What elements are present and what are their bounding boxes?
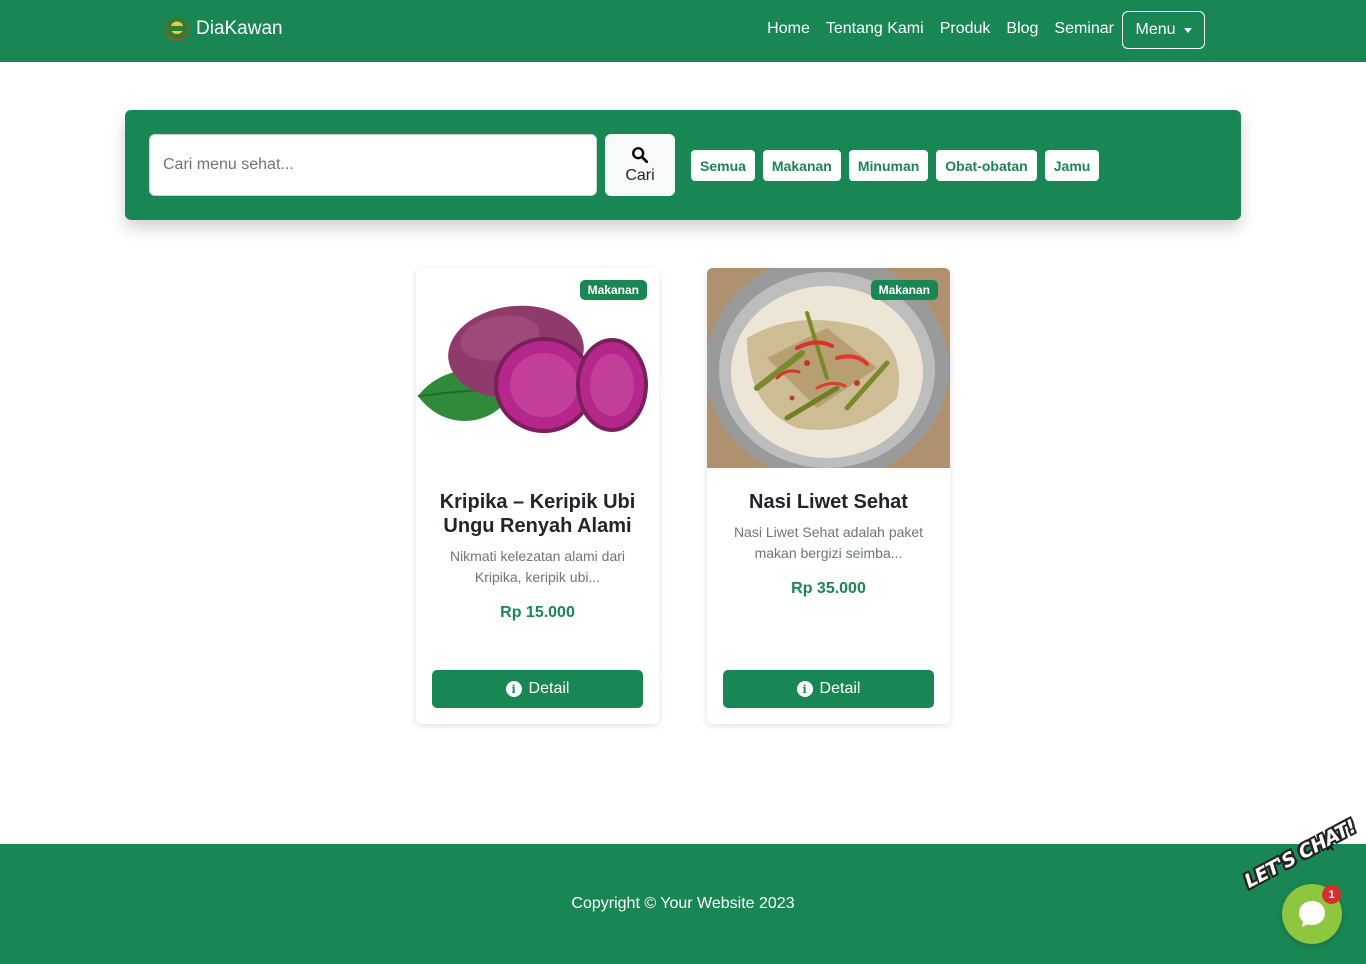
filter-semua[interactable]: Semua bbox=[691, 150, 755, 181]
nav-link-tentang-kami[interactable]: Tentang Kami bbox=[826, 20, 924, 38]
detail-button-label: Detail bbox=[819, 680, 861, 697]
search-panel: Cari Semua Makanan Minuman Obat-obatan J… bbox=[125, 110, 1241, 220]
menu-label: Menu bbox=[1135, 21, 1176, 38]
navbar: DiaKawan Home Tentang Kami Produk Blog S… bbox=[0, 0, 1366, 62]
brand-logo-icon bbox=[165, 17, 189, 41]
nav-link-produk[interactable]: Produk bbox=[940, 20, 991, 38]
category-badge: Makanan bbox=[870, 280, 938, 300]
product-price: Rp 35.000 bbox=[791, 580, 866, 597]
unread-count-badge: 1 bbox=[1322, 885, 1341, 904]
info-icon: i bbox=[796, 681, 813, 697]
filter-minuman[interactable]: Minuman bbox=[848, 150, 929, 181]
product-card: Makanan Kripika – Keripik Ubi Ungu Renya… bbox=[416, 268, 659, 724]
brand-name: DiaKawan bbox=[196, 18, 283, 39]
category-filters: Semua Makanan Minuman Obat-obatan Jamu bbox=[691, 150, 1107, 181]
nav-link-blog[interactable]: Blog bbox=[1006, 20, 1038, 38]
caret-down-icon bbox=[1183, 27, 1192, 33]
product-title: Kripika – Keripik Ubi Ungu Renyah Alami bbox=[439, 491, 636, 537]
product-description: Nikmati kelezatan alami dari Kripika, ke… bbox=[449, 548, 626, 585]
product-description: Nasi Liwet Sehat adalah paket makan berg… bbox=[733, 524, 924, 561]
search-icon bbox=[632, 146, 649, 163]
copyright-text: Copyright © Your Website 2023 bbox=[571, 895, 795, 912]
brand-link[interactable]: DiaKawan bbox=[165, 17, 283, 41]
card-body: Kripika – Keripik Ubi Ungu Renyah Alami … bbox=[416, 490, 659, 622]
detail-button[interactable]: i Detail bbox=[432, 670, 643, 708]
detail-button-label: Detail bbox=[528, 680, 570, 697]
menu-dropdown-button[interactable]: Menu bbox=[1122, 11, 1205, 49]
filter-obat-obatan[interactable]: Obat-obatan bbox=[936, 150, 1037, 181]
footer: Copyright © Your Website 2023 bbox=[0, 844, 1366, 964]
category-badge: Makanan bbox=[579, 280, 647, 300]
search-button[interactable]: Cari bbox=[605, 134, 675, 196]
product-image: Makanan bbox=[707, 268, 950, 468]
product-title: Nasi Liwet Sehat bbox=[749, 491, 908, 513]
product-card: Makanan Nasi Liwet Sehat Nasi Liwet Seha… bbox=[707, 268, 950, 724]
filter-makanan[interactable]: Makanan bbox=[762, 150, 841, 181]
product-price: Rp 15.000 bbox=[500, 604, 575, 621]
search-input[interactable] bbox=[149, 134, 597, 196]
card-body: Nasi Liwet Sehat Nasi Liwet Sehat adalah… bbox=[707, 490, 950, 598]
product-image: Makanan bbox=[416, 268, 659, 468]
nav-links: Home Tentang Kami Produk Blog Seminar bbox=[751, 20, 1114, 38]
chat-bubble-icon bbox=[1299, 901, 1325, 927]
nav-link-seminar[interactable]: Seminar bbox=[1054, 20, 1114, 38]
filter-jamu[interactable]: Jamu bbox=[1044, 150, 1100, 181]
detail-button[interactable]: i Detail bbox=[723, 670, 934, 708]
search-button-label: Cari bbox=[625, 166, 655, 184]
info-icon: i bbox=[505, 681, 522, 697]
nav-link-home[interactable]: Home bbox=[767, 20, 810, 38]
